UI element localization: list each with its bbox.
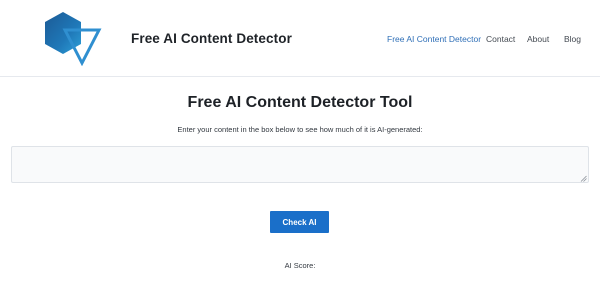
nav-blog[interactable]: Blog xyxy=(564,34,581,44)
site-header: Free AI Content Detector Free AI Content… xyxy=(0,0,600,77)
instructions-text: Enter your content in the box below to s… xyxy=(177,125,423,134)
check-ai-button[interactable]: Check AI xyxy=(270,211,329,233)
nav-about[interactable]: About xyxy=(527,34,549,44)
nav-free-ai-content-detector[interactable]: Free AI Content Detector xyxy=(387,34,481,44)
page-title: Free AI Content Detector Tool xyxy=(187,94,413,111)
site-title[interactable]: Free AI Content Detector xyxy=(131,31,292,46)
content-input[interactable] xyxy=(11,146,589,183)
nav-contact[interactable]: Contact xyxy=(486,34,515,44)
hexagon-triangle-logo-icon[interactable] xyxy=(41,10,103,66)
resize-grip-icon[interactable] xyxy=(580,175,587,182)
ai-score-label: AI Score: xyxy=(284,261,316,270)
